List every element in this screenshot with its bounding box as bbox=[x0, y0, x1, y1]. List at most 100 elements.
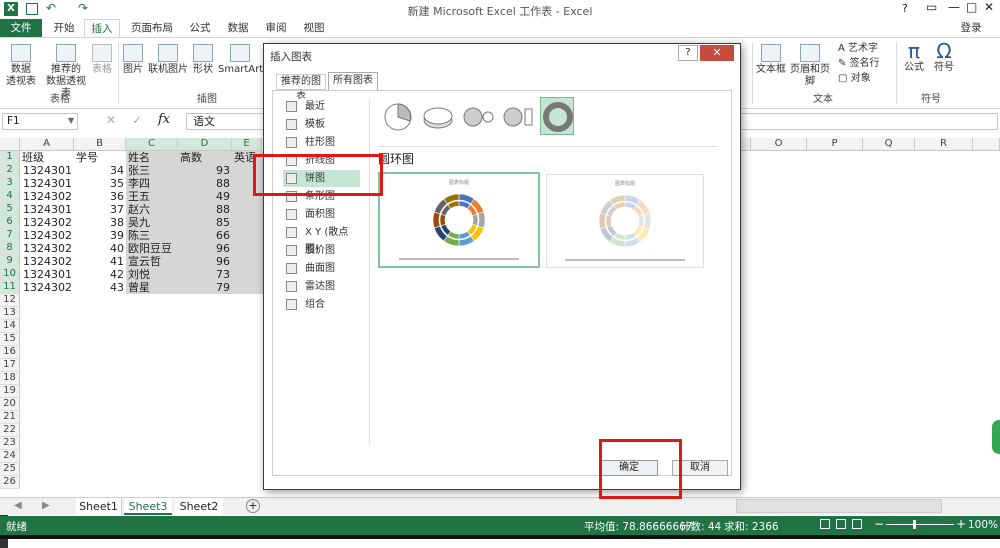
table-cell[interactable]: 85 bbox=[178, 216, 232, 229]
row-header[interactable]: 4 bbox=[0, 190, 20, 203]
table-cell[interactable]: 40 bbox=[74, 242, 126, 255]
row-header[interactable]: 24 bbox=[0, 450, 20, 463]
table-cell[interactable]: 吴九 bbox=[126, 216, 178, 229]
table-cell[interactable]: 1324302 bbox=[20, 216, 74, 229]
row-header[interactable]: 23 bbox=[0, 437, 20, 450]
row-header[interactable]: 12 bbox=[0, 294, 20, 307]
pie-3d-subtype-button[interactable] bbox=[420, 97, 454, 135]
name-box[interactable]: F1 bbox=[2, 113, 78, 130]
column-header[interactable]: O bbox=[751, 138, 807, 151]
table-cell[interactable]: 49 bbox=[178, 190, 232, 203]
row-header[interactable]: 11 bbox=[0, 281, 20, 294]
zoom-out-icon[interactable]: − bbox=[874, 517, 884, 531]
close-icon[interactable]: ✕ bbox=[984, 0, 994, 14]
table-cell[interactable]: 41 bbox=[74, 255, 126, 268]
table-cell[interactable]: 88 bbox=[178, 203, 232, 216]
header-cell[interactable]: 高数 bbox=[178, 151, 232, 164]
row-header[interactable]: 22 bbox=[0, 424, 20, 437]
tab-file[interactable]: 文件 bbox=[0, 19, 42, 37]
header-cell[interactable]: 班级 bbox=[20, 151, 74, 164]
equation-button[interactable]: π 公式 bbox=[900, 40, 928, 74]
row-header[interactable]: 14 bbox=[0, 320, 20, 333]
row-header[interactable]: 13 bbox=[0, 307, 20, 320]
column-header-partial[interactable] bbox=[741, 138, 751, 151]
sheet-tab[interactable]: Sheet1 bbox=[76, 498, 122, 515]
table-cell[interactable]: 1324301 bbox=[20, 203, 74, 216]
pie-of-pie-subtype-button[interactable] bbox=[460, 97, 494, 135]
row-header[interactable]: 10 bbox=[0, 268, 20, 281]
column-header[interactable]: D bbox=[178, 138, 232, 151]
table-cell[interactable]: 1324302 bbox=[20, 242, 74, 255]
table-cell[interactable]: 张三 bbox=[126, 164, 178, 177]
chart-preview-selected[interactable]: 图表标题 bbox=[378, 172, 540, 268]
table-cell[interactable]: 1324301 bbox=[20, 164, 74, 177]
row-header[interactable]: 7 bbox=[0, 229, 20, 242]
restore-ribbon-icon[interactable]: ▭ bbox=[926, 0, 937, 14]
column-header[interactable]: P bbox=[807, 138, 863, 151]
cancel-entry-icon[interactable]: ✕ bbox=[106, 113, 116, 127]
table-cell[interactable]: 66 bbox=[178, 229, 232, 242]
table-cell[interactable]: 36 bbox=[74, 190, 126, 203]
normal-view-icon[interactable] bbox=[820, 519, 830, 529]
table-cell[interactable]: 88 bbox=[178, 177, 232, 190]
table-cell[interactable]: 李四 bbox=[126, 177, 178, 190]
table-button[interactable]: 表格 bbox=[88, 44, 116, 76]
table-cell[interactable]: 王五 bbox=[126, 190, 178, 203]
table-cell[interactable]: 35 bbox=[74, 177, 126, 190]
row-header[interactable]: 20 bbox=[0, 398, 20, 411]
row-header[interactable]: 9 bbox=[0, 255, 20, 268]
sign-in-link[interactable]: 登录 bbox=[956, 19, 986, 37]
table-cell[interactable]: 欧阳豆豆 bbox=[126, 242, 178, 255]
minimize-icon[interactable]: — bbox=[948, 0, 960, 14]
chart-type-item[interactable]: 组合 bbox=[283, 296, 360, 313]
table-cell[interactable]: 39 bbox=[74, 229, 126, 242]
chart-type-item[interactable]: 最近 bbox=[283, 98, 360, 115]
dialog-close-button[interactable]: ✕ bbox=[700, 45, 734, 61]
tab-home[interactable]: 开始 bbox=[46, 19, 82, 37]
table-cell[interactable]: 陈三 bbox=[126, 229, 178, 242]
row-header[interactable]: 6 bbox=[0, 216, 20, 229]
row-header[interactable]: 5 bbox=[0, 203, 20, 216]
header-cell[interactable]: 姓名 bbox=[126, 151, 178, 164]
table-cell[interactable]: 1324301 bbox=[20, 177, 74, 190]
tab-view[interactable]: 视图 bbox=[296, 19, 332, 37]
confirm-entry-icon[interactable]: ✓ bbox=[132, 113, 142, 127]
column-header[interactable]: Q bbox=[863, 138, 915, 151]
row-header[interactable]: 19 bbox=[0, 385, 20, 398]
table-cell[interactable]: 93 bbox=[178, 164, 232, 177]
dialog-help-button[interactable]: ? bbox=[678, 45, 698, 61]
column-header[interactable]: C bbox=[126, 138, 178, 151]
sheet-tab[interactable]: Sheet2 bbox=[175, 498, 223, 515]
table-cell[interactable]: 宣云哲 bbox=[126, 255, 178, 268]
signature-line-button[interactable]: ✎ 签名行 bbox=[838, 58, 892, 70]
table-cell[interactable]: 96 bbox=[178, 242, 232, 255]
chart-type-item[interactable]: 面积图 bbox=[283, 206, 360, 223]
add-sheet-icon[interactable]: + bbox=[246, 499, 260, 513]
pie-subtype-button[interactable] bbox=[380, 97, 414, 135]
insert-function-icon[interactable]: fx bbox=[158, 112, 170, 127]
zoom-slider-thumb[interactable] bbox=[913, 520, 916, 529]
tab-page-layout[interactable]: 页面布局 bbox=[124, 19, 180, 37]
column-header[interactable]: A bbox=[20, 138, 74, 151]
prev-sheet-icon[interactable]: ◀ bbox=[14, 500, 22, 511]
object-button[interactable]: ▢ 对象 bbox=[838, 73, 892, 85]
row-header[interactable]: 15 bbox=[0, 333, 20, 346]
row-header[interactable]: 3 bbox=[0, 177, 20, 190]
table-cell[interactable]: 1324302 bbox=[20, 281, 74, 294]
page-layout-icon[interactable] bbox=[836, 519, 846, 529]
zoom-in-icon[interactable]: + bbox=[956, 517, 966, 531]
header-cell[interactable]: 学号 bbox=[74, 151, 126, 164]
online-picture-button[interactable]: 联机图片 bbox=[148, 44, 188, 76]
tab-insert[interactable]: 插入 bbox=[84, 19, 120, 37]
table-cell[interactable]: 42 bbox=[74, 268, 126, 281]
table-cell[interactable]: 79 bbox=[178, 281, 232, 294]
smartart-button[interactable]: SmartArt bbox=[218, 44, 263, 76]
shapes-button[interactable]: 形状 bbox=[190, 44, 216, 76]
maximize-icon[interactable]: □ bbox=[966, 0, 977, 14]
row-header[interactable]: 1 bbox=[0, 151, 20, 164]
row-header[interactable]: 21 bbox=[0, 411, 20, 424]
chart-type-item[interactable]: 股价图 bbox=[283, 242, 360, 259]
row-header[interactable]: 2 bbox=[0, 164, 20, 177]
table-cell[interactable]: 96 bbox=[178, 255, 232, 268]
horizontal-scrollbar[interactable] bbox=[736, 499, 942, 513]
